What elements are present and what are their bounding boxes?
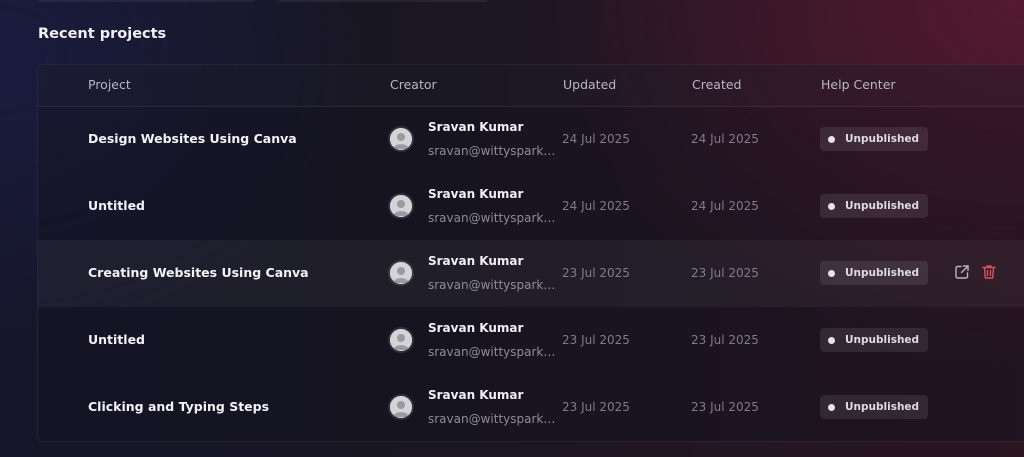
open-external-icon[interactable] — [953, 263, 971, 281]
project-name[interactable]: Design Websites Using Canva — [88, 131, 297, 146]
avatar — [390, 396, 412, 418]
table-body: Design Websites Using Canva Sravan Kumar… — [38, 106, 1024, 441]
avatar — [390, 128, 412, 150]
created-date: 23 Jul 2025 — [691, 333, 759, 347]
created-date: 24 Jul 2025 — [691, 132, 759, 146]
status-badge: Unpublished — [820, 261, 929, 285]
status-label: Unpublished — [845, 133, 920, 145]
project-name[interactable]: Untitled — [88, 198, 145, 213]
created-date: 24 Jul 2025 — [691, 199, 759, 213]
projects-table: Project Creator Updated Created Help Cen… — [37, 64, 1024, 442]
top-card-stub — [36, 0, 256, 2]
user-avatar-icon — [390, 128, 412, 150]
user-avatar-icon — [390, 396, 412, 418]
creator-name: Sravan Kumar — [428, 254, 524, 268]
table-row[interactable]: Design Websites Using Canva Sravan Kumar… — [38, 106, 1024, 173]
creator-email: sravan@wittysparks.com — [428, 345, 556, 359]
table-row[interactable]: Untitled Sravan Kumar sravan@wittysparks… — [38, 307, 1024, 374]
creator-name: Sravan Kumar — [428, 321, 524, 335]
column-header-updated: Updated — [563, 77, 617, 92]
user-avatar-icon — [390, 195, 412, 217]
column-header-help-center: Help Center — [821, 77, 896, 92]
trash-icon[interactable] — [980, 263, 998, 281]
status-badge: Unpublished — [820, 328, 929, 352]
column-header-project: Project — [88, 77, 131, 92]
table-header: Project Creator Updated Created Help Cen… — [38, 65, 1024, 107]
updated-date: 24 Jul 2025 — [562, 132, 630, 146]
table-row[interactable]: Clicking and Typing Steps Sravan Kumar s… — [38, 374, 1024, 441]
user-avatar-icon — [390, 262, 412, 284]
creator-email: sravan@wittysparks.com — [428, 278, 556, 292]
table-row[interactable]: Untitled Sravan Kumar sravan@wittysparks… — [38, 173, 1024, 240]
updated-date: 23 Jul 2025 — [562, 400, 630, 414]
status-dot — [828, 135, 835, 143]
creator-name: Sravan Kumar — [428, 120, 524, 134]
creator-email: sravan@wittysparks.com — [428, 211, 556, 225]
column-header-creator: Creator — [390, 77, 437, 92]
project-name[interactable]: Creating Websites Using Canva — [88, 265, 309, 280]
avatar — [390, 329, 412, 351]
status-dot — [828, 202, 835, 210]
creator-name: Sravan Kumar — [428, 388, 524, 402]
avatar — [390, 262, 412, 284]
status-dot — [828, 336, 835, 344]
status-label: Unpublished — [845, 200, 920, 212]
updated-date: 23 Jul 2025 — [562, 333, 630, 347]
status-label: Unpublished — [845, 334, 920, 346]
creator-email: sravan@wittysparks.com — [428, 412, 556, 426]
status-dot — [828, 403, 835, 411]
created-date: 23 Jul 2025 — [691, 266, 759, 280]
table-row[interactable]: Creating Websites Using Canva Sravan Kum… — [38, 240, 1024, 307]
user-avatar-icon — [390, 329, 412, 351]
creator-name: Sravan Kumar — [428, 187, 524, 201]
status-label: Unpublished — [845, 401, 920, 413]
project-name[interactable]: Untitled — [88, 332, 145, 347]
top-card-stub — [276, 0, 490, 2]
status-label: Unpublished — [845, 267, 920, 279]
updated-date: 24 Jul 2025 — [562, 199, 630, 213]
project-name[interactable]: Clicking and Typing Steps — [88, 399, 269, 414]
created-date: 23 Jul 2025 — [691, 400, 759, 414]
creator-email: sravan@wittysparks.com — [428, 144, 556, 158]
status-dot — [828, 269, 835, 277]
column-header-created: Created — [692, 77, 742, 92]
avatar — [390, 195, 412, 217]
section-title: Recent projects — [38, 26, 167, 42]
status-badge: Unpublished — [820, 127, 929, 151]
status-badge: Unpublished — [820, 194, 929, 218]
updated-date: 23 Jul 2025 — [562, 266, 630, 280]
status-badge: Unpublished — [820, 395, 929, 419]
